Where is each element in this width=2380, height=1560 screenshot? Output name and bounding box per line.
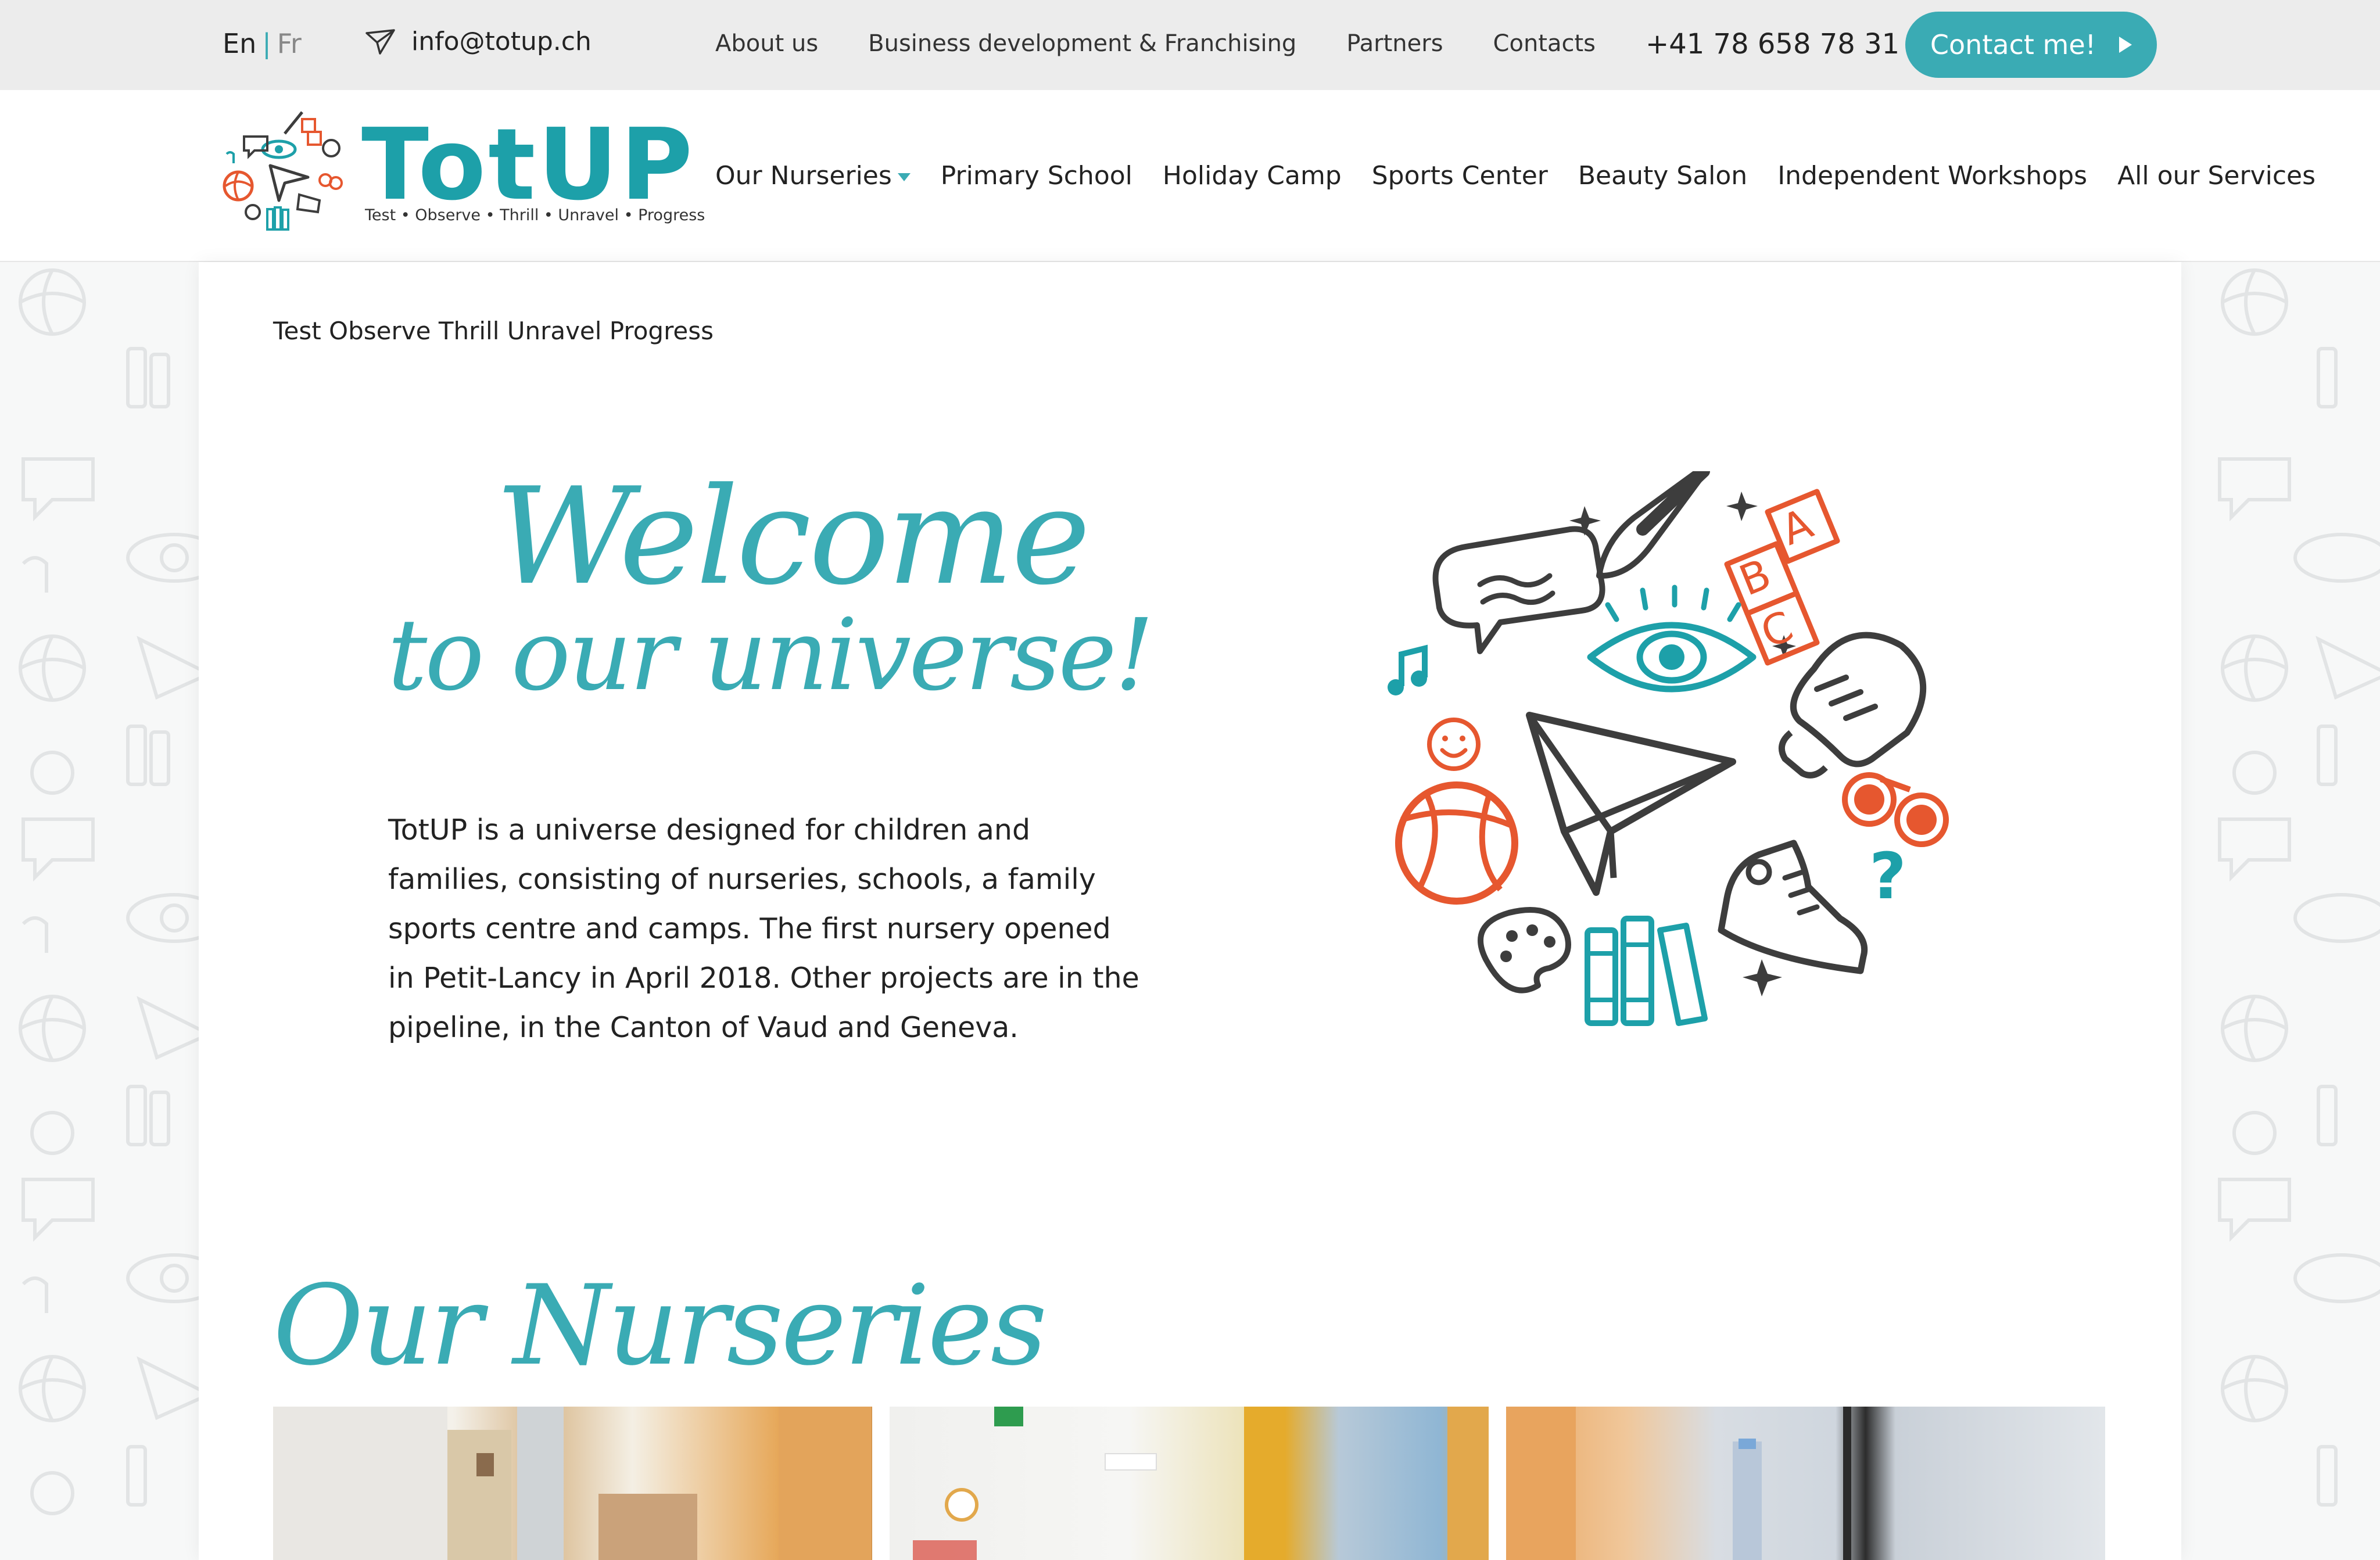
question-mark-icon: ? bbox=[1869, 839, 1906, 913]
top-bar: En | Fr info@totup.ch About us Business de… bbox=[0, 0, 2380, 90]
breadcrumb: Test Observe Thrill Unravel Progress bbox=[273, 317, 714, 345]
nursery-photo-2[interactable] bbox=[890, 1407, 1489, 1560]
lang-separator: | bbox=[262, 28, 271, 59]
our-nurseries-heading: Our Nurseries bbox=[273, 1261, 1047, 1390]
basketball-icon bbox=[1395, 781, 1518, 905]
nursery-photo-3[interactable] bbox=[1506, 1407, 2105, 1560]
lang-fr[interactable]: Fr bbox=[277, 28, 302, 59]
top-link-business-development[interactable]: Business development & Franchising bbox=[868, 30, 1296, 57]
logo-tagline: Test • Observe • Thrill • Unravel • Prog… bbox=[365, 206, 705, 224]
main-nav: Our Nurseries Primary School Holiday Cam… bbox=[715, 161, 2316, 191]
nav-our-nurseries-label: Our Nurseries bbox=[715, 161, 892, 191]
main-header: TotUP Test • Observe • Thrill • Unravel … bbox=[0, 90, 2380, 262]
email-text: info@totup.ch bbox=[411, 27, 592, 56]
intro-paragraph: TotUP is a universe designed for childre… bbox=[388, 813, 1139, 1044]
books-icon bbox=[1585, 916, 1708, 1026]
abc-blocks-icon: B A C bbox=[1724, 489, 1840, 666]
welcome-heading-line1: Welcome bbox=[495, 460, 1091, 615]
caret-down-icon bbox=[897, 173, 911, 181]
nav-primary-school[interactable]: Primary School bbox=[941, 161, 1132, 191]
top-link-contacts[interactable]: Contacts bbox=[1493, 30, 1596, 57]
music-note-icon bbox=[1388, 644, 1428, 695]
contact-me-label: Contact me! bbox=[1930, 29, 2096, 60]
nav-sports-center[interactable]: Sports Center bbox=[1372, 161, 1548, 191]
lang-en[interactable]: En bbox=[223, 28, 256, 59]
nav-our-nurseries[interactable]: Our Nurseries bbox=[715, 161, 911, 191]
welcome-heading-line2: to our universe! bbox=[388, 598, 1154, 713]
lightbulb-icon bbox=[1778, 632, 1927, 779]
logo-wordmark[interactable]: TotUP bbox=[361, 107, 695, 223]
phone-number[interactable]: +41 78 658 78 31 bbox=[1646, 28, 1899, 60]
logo-doodle-icon[interactable] bbox=[221, 107, 349, 235]
play-arrow-icon bbox=[2119, 37, 2132, 53]
nav-beauty-salon[interactable]: Beauty Salon bbox=[1578, 161, 1747, 191]
sneaker-icon bbox=[1718, 840, 1868, 974]
binoculars-icon bbox=[1842, 772, 1949, 847]
top-links: About us Business development & Franchis… bbox=[715, 30, 1596, 57]
smiley-icon bbox=[1427, 718, 1481, 771]
top-link-partners[interactable]: Partners bbox=[1346, 30, 1443, 57]
language-switcher: En | Fr bbox=[223, 28, 302, 59]
nursery-photos bbox=[273, 1407, 2105, 1560]
speech-bubble-icon bbox=[1432, 526, 1605, 654]
paper-plane-illustration-icon bbox=[1526, 712, 1736, 896]
top-link-about-us[interactable]: About us bbox=[715, 30, 818, 57]
email-link[interactable]: info@totup.ch bbox=[365, 27, 592, 56]
nav-all-our-services[interactable]: All our Services bbox=[2117, 161, 2316, 191]
universe-illustration: B A C ? bbox=[1388, 471, 1949, 1026]
eye-icon bbox=[1587, 584, 1757, 693]
paper-plane-icon bbox=[365, 28, 395, 55]
nursery-photo-1[interactable] bbox=[273, 1407, 872, 1560]
nav-holiday-camp[interactable]: Holiday Camp bbox=[1163, 161, 1342, 191]
content-card: Test Observe Thrill Unravel Progress Wel… bbox=[199, 262, 2181, 1560]
nav-independent-workshops[interactable]: Independent Workshops bbox=[1777, 161, 2087, 191]
paint-palette-icon bbox=[1478, 907, 1571, 994]
contact-me-button[interactable]: Contact me! bbox=[1905, 12, 2157, 78]
paintbrush-icon bbox=[1596, 471, 1710, 579]
